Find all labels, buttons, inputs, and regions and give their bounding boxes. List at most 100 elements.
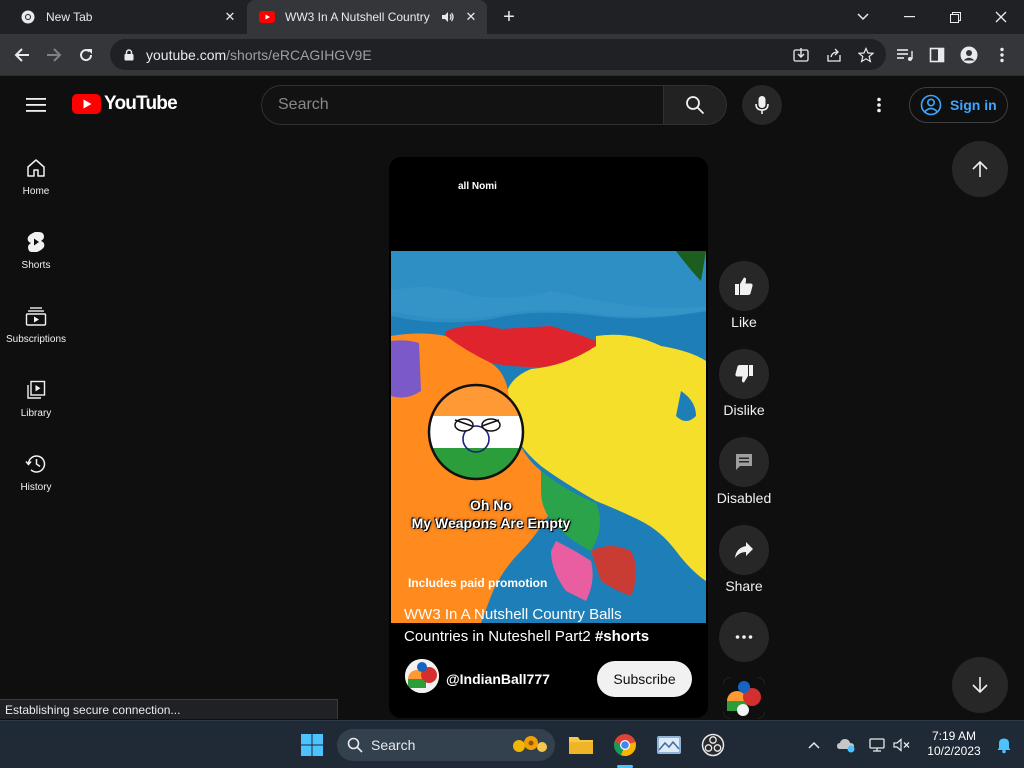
previous-short-button[interactable] (952, 141, 1008, 197)
comments-button[interactable] (719, 437, 769, 487)
photos-icon[interactable] (653, 729, 685, 761)
arrow-down-icon (972, 677, 988, 694)
install-app-icon[interactable] (792, 46, 810, 64)
subscribe-button[interactable]: Subscribe (597, 661, 692, 697)
tab-youtube[interactable]: WW3 In A Nutshell Country ✕ (247, 0, 487, 34)
tab-title: New Tab (46, 10, 93, 24)
chrome-menu-icon[interactable] (993, 46, 1011, 64)
sidebar-item-label: Shorts (21, 259, 51, 271)
restore-button[interactable] (932, 0, 978, 34)
sign-in-button[interactable]: Sign in (909, 87, 1008, 123)
video-caption-line1: Oh No (470, 497, 512, 513)
channel-avatar[interactable] (405, 659, 439, 693)
minimize-button[interactable] (886, 0, 932, 34)
chevron-up-icon[interactable] (798, 729, 830, 761)
search-icon (347, 737, 363, 753)
hamburger-menu-icon[interactable] (26, 97, 46, 113)
browser-toolbar: youtube.com/shorts/eRCAGIHGV9E (0, 34, 1024, 76)
sidebar-item-label: History (20, 481, 52, 493)
paid-promotion-label[interactable]: Includes paid promotion (408, 576, 547, 590)
youtube-logo-text: YouTube (104, 93, 178, 114)
thumbs-down-icon (735, 365, 753, 383)
tab-new-tab[interactable]: New Tab ✕ (8, 0, 246, 34)
youtube-icon (259, 9, 275, 25)
reload-icon[interactable] (73, 42, 99, 68)
shorts-player[interactable]: all Nomi Oh No My Weapons Are Empty Incl… (389, 157, 708, 718)
windows-logo-icon (301, 734, 323, 756)
onedrive-icon[interactable] (830, 729, 862, 761)
side-panel-icon[interactable] (928, 46, 946, 64)
forward-icon[interactable] (41, 42, 67, 68)
chrome-taskbar-icon[interactable] (609, 729, 641, 761)
volume-muted-icon[interactable] (886, 729, 918, 761)
sign-in-label: Sign in (950, 97, 997, 113)
lock-icon[interactable] (122, 48, 136, 62)
sidebar-item-shorts[interactable]: Shorts (0, 213, 72, 287)
file-explorer-icon[interactable] (565, 729, 597, 761)
history-icon (24, 452, 48, 476)
search-highlight-flowers-icon (513, 736, 547, 752)
close-tab-icon[interactable]: ✕ (220, 7, 240, 27)
dislike-button[interactable] (719, 349, 769, 399)
hashtag-link[interactable]: #shorts (595, 628, 649, 645)
notification-bell-icon[interactable] (988, 729, 1020, 761)
map-video-image (391, 251, 706, 623)
sidebar-item-home[interactable]: Home (0, 139, 72, 213)
system-clock[interactable]: 7:19 AM 10/2/2023 (922, 729, 986, 759)
youtube-header: YouTube Sign in (0, 77, 1024, 133)
sidebar-item-label: Subscriptions (5, 333, 67, 345)
like-label: Like (731, 314, 757, 330)
close-window-button[interactable] (978, 0, 1024, 34)
address-bar[interactable]: youtube.com/shorts/eRCAGIHGV9E (110, 39, 886, 70)
profile-icon[interactable] (960, 46, 978, 64)
tab-strip: New Tab ✕ WW3 In A Nutshell Country ✕ + (0, 0, 1024, 34)
next-short-button[interactable] (952, 657, 1008, 713)
sidebar-item-label: Home (22, 185, 50, 197)
video-title-line2[interactable]: Countries in Nuteshell Part2 #shorts (404, 628, 649, 645)
back-icon[interactable] (9, 42, 35, 68)
clock-date: 10/2/2023 (927, 744, 981, 758)
start-button[interactable] (296, 729, 328, 761)
windows-taskbar: Search 7:19 AM 10/2/2023 (0, 720, 1024, 768)
more-actions-button[interactable] (719, 612, 769, 662)
status-bubble: Establishing secure connection... (0, 699, 338, 719)
share-icon (735, 542, 753, 558)
sidebar-item-subscriptions[interactable]: Subscriptions (0, 287, 72, 361)
obs-studio-icon[interactable] (697, 729, 729, 761)
youtube-logo[interactable]: YouTube (72, 93, 178, 115)
share-page-icon[interactable] (825, 46, 843, 64)
sidebar-item-history[interactable]: History (0, 435, 72, 509)
clock-time: 7:19 AM (931, 729, 977, 743)
taskbar-search[interactable]: Search (337, 729, 555, 761)
video-frame[interactable]: Oh No My Weapons Are Empty (391, 251, 706, 623)
home-icon (24, 156, 48, 180)
channel-name[interactable]: @IndianBall777 (446, 671, 550, 687)
sidebar-item-library[interactable]: Library (0, 361, 72, 435)
search-button[interactable] (663, 85, 727, 125)
taskbar-search-label: Search (371, 737, 416, 753)
close-tab-icon[interactable]: ✕ (461, 7, 481, 27)
account-circle-icon (920, 94, 942, 116)
sidebar-item-label: Library (20, 407, 52, 419)
microphone-icon (755, 96, 769, 114)
media-controls-icon[interactable] (896, 46, 914, 64)
like-button[interactable] (719, 261, 769, 311)
search-input[interactable] (278, 96, 663, 114)
bookmark-star-icon[interactable] (857, 46, 875, 64)
sound-thumbnail[interactable] (723, 677, 765, 719)
voice-search-button[interactable] (742, 85, 782, 125)
video-overlay-text: all Nomi (458, 181, 497, 192)
video-title-line1[interactable]: WW3 In A Nutshell Country Balls (404, 606, 622, 623)
thumbs-up-icon (735, 277, 753, 295)
share-button[interactable] (719, 525, 769, 575)
subscriptions-icon (24, 304, 48, 328)
search-box (261, 85, 663, 125)
new-tab-button[interactable]: + (498, 6, 520, 28)
shorts-icon (24, 230, 48, 254)
tab-search-icon[interactable] (840, 0, 886, 34)
url-text: youtube.com/shorts/eRCAGIHGV9E (146, 46, 372, 63)
settings-more-icon[interactable] (877, 97, 885, 113)
speaker-icon[interactable] (439, 8, 457, 26)
share-label: Share (725, 578, 763, 594)
youtube-logo-icon (72, 94, 101, 114)
